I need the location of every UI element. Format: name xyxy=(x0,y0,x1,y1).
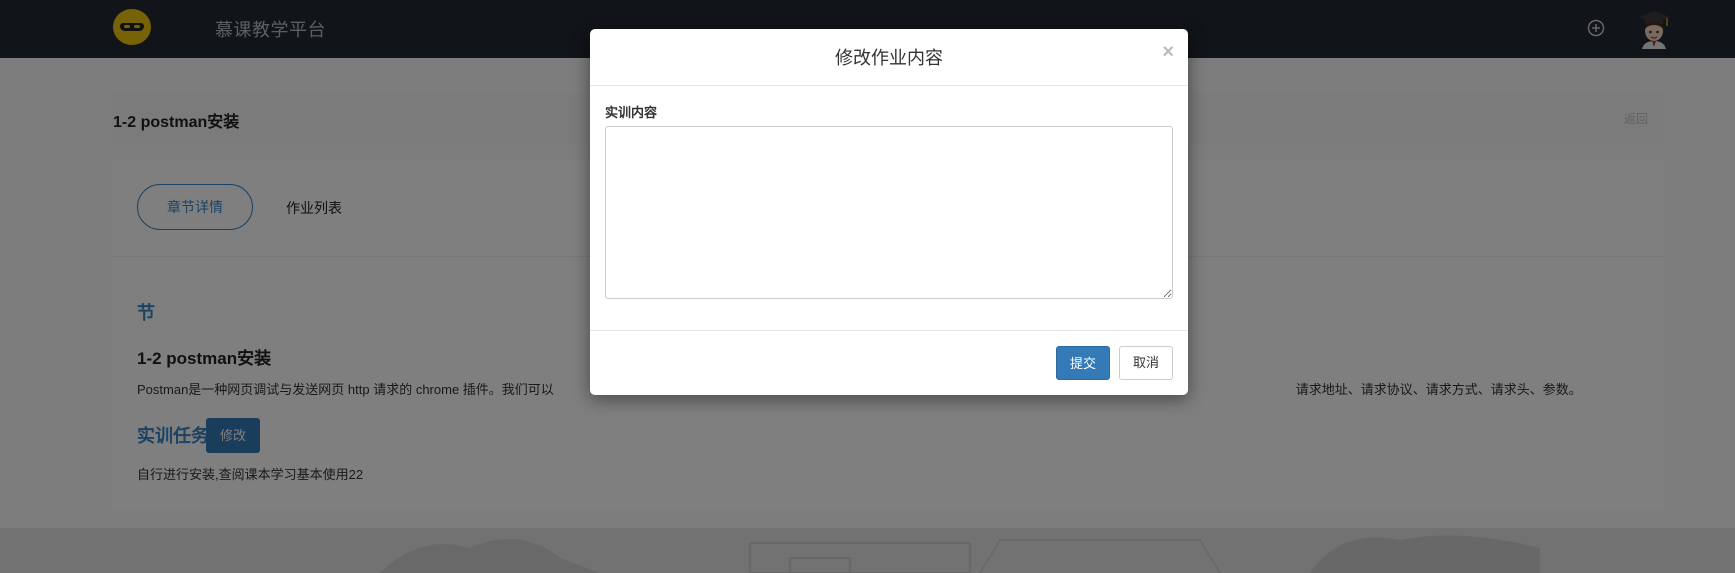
modal-header: 修改作业内容 × xyxy=(590,29,1188,86)
modal-footer: 提交 取消 xyxy=(590,330,1188,396)
training-content-textarea[interactable] xyxy=(605,126,1173,299)
cancel-button[interactable]: 取消 xyxy=(1119,346,1173,380)
close-icon[interactable]: × xyxy=(1162,42,1174,62)
submit-button[interactable]: 提交 xyxy=(1056,346,1110,380)
edit-assignment-modal: 修改作业内容 × 实训内容 提交 取消 xyxy=(590,29,1188,395)
modal-title: 修改作业内容 xyxy=(835,48,943,68)
training-content-label: 实训内容 xyxy=(605,105,658,120)
